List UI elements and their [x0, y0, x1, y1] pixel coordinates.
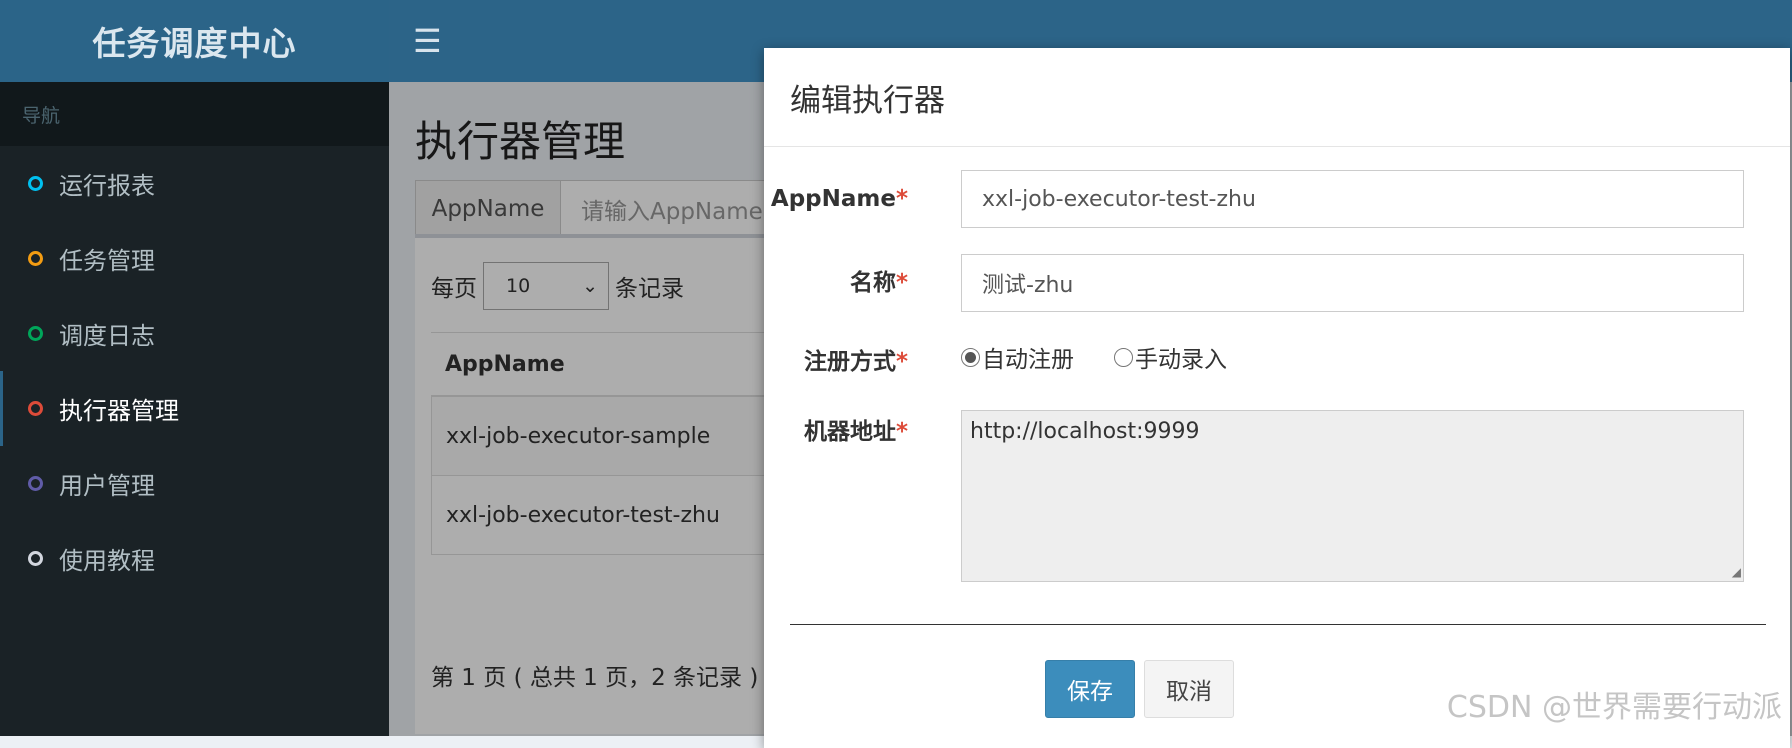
edit-executor-modal: 编辑执行器 AppName* xxl-job-executor-test-zhu…	[764, 48, 1790, 748]
address-textarea[interactable]: http://localhost:9999 ◢	[961, 410, 1744, 582]
circle-icon	[28, 251, 43, 266]
required-mark: *	[895, 419, 908, 445]
form-divider	[790, 624, 1766, 625]
radio-manual-entry[interactable]	[1114, 347, 1133, 367]
radio-auto-register[interactable]	[961, 347, 980, 367]
address-value: http://localhost:9999	[970, 419, 1200, 444]
sidebar-item-label: 使用教程	[59, 547, 155, 575]
sidebar-item-help[interactable]: 使用教程	[0, 521, 389, 596]
sidebar-item-executors[interactable]: 执行器管理	[0, 371, 389, 446]
circle-icon	[28, 551, 43, 566]
modal-title: 编辑执行器	[764, 48, 1790, 147]
sidebar-item-jobs[interactable]: 任务管理	[0, 221, 389, 296]
required-mark: *	[895, 349, 908, 375]
name-input[interactable]: 测试-zhu	[961, 254, 1744, 312]
required-mark: *	[895, 270, 908, 296]
registration-label: 注册方式*	[764, 346, 908, 378]
form-row-name: 名称* 测试-zhu	[764, 254, 1790, 312]
sidebar-item-label: 任务管理	[59, 247, 155, 275]
form-row-address: 机器地址* http://localhost:9999 ◢	[764, 410, 1790, 582]
nav-header: 导航	[0, 82, 389, 146]
csdn-watermark: CSDN @世界需要行动派	[1446, 690, 1782, 725]
sidebar-item-users[interactable]: 用户管理	[0, 446, 389, 521]
cancel-button[interactable]: 取消	[1144, 660, 1234, 718]
sidebar-item-label: 运行报表	[59, 172, 155, 200]
circle-icon	[28, 326, 43, 341]
form-row-registration: 注册方式* 自动注册 手动录入	[764, 340, 1790, 378]
circle-icon	[28, 401, 43, 416]
app-logo[interactable]: 任务调度中心	[0, 0, 389, 82]
name-label: 名称*	[764, 267, 908, 299]
resize-handle-icon[interactable]: ◢	[1732, 565, 1741, 579]
hamburger-icon[interactable]: ☰	[413, 22, 442, 60]
circle-icon	[28, 476, 43, 491]
radio-auto-label[interactable]: 自动注册	[982, 340, 1074, 374]
address-label: 机器地址*	[764, 416, 908, 448]
sidebar-item-label: 调度日志	[59, 322, 155, 350]
registration-radio-group: 自动注册 手动录入	[961, 340, 1227, 374]
address-label-text: 机器地址	[803, 419, 896, 445]
sidebar-item-label: 执行器管理	[59, 397, 179, 425]
required-mark: *	[895, 186, 908, 212]
circle-icon	[28, 176, 43, 191]
save-button[interactable]: 保存	[1045, 660, 1135, 718]
sidebar-item-label: 用户管理	[59, 472, 155, 500]
radio-manual-label[interactable]: 手动录入	[1135, 340, 1227, 374]
registration-label-text: 注册方式	[803, 349, 896, 375]
appname-label: AppName*	[764, 183, 908, 215]
name-label-text: 名称	[849, 270, 896, 296]
sidebar-item-logs[interactable]: 调度日志	[0, 296, 389, 371]
form-row-appname: AppName* xxl-job-executor-test-zhu	[764, 170, 1790, 228]
sidebar-item-report[interactable]: 运行报表	[0, 146, 389, 221]
sidebar: 任务调度中心 导航 运行报表 任务管理 调度日志 执行器管理 用户管理 使用教程	[0, 0, 389, 736]
appname-input[interactable]: xxl-job-executor-test-zhu	[961, 170, 1744, 228]
appname-label-text: AppName	[770, 186, 896, 212]
